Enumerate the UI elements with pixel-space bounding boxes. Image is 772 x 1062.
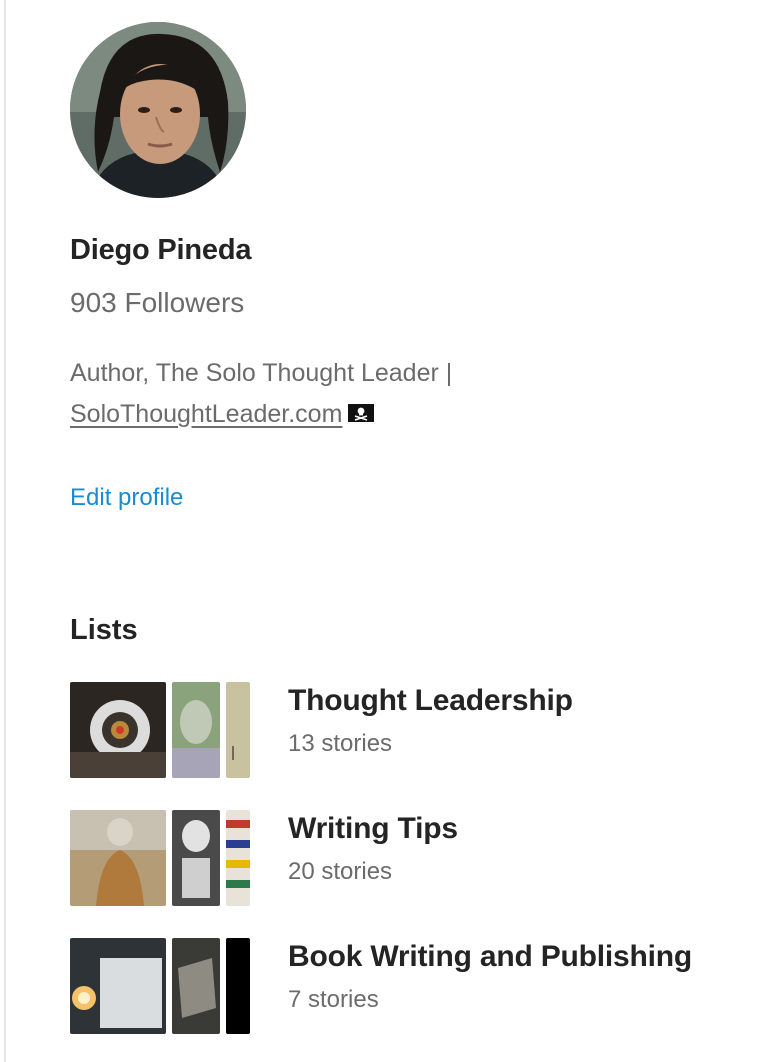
list-thumbnail xyxy=(226,810,250,906)
list-title[interactable]: Writing Tips xyxy=(288,812,458,846)
list-thumbnail xyxy=(70,938,166,1034)
list-thumbnail xyxy=(70,682,166,778)
profile-sidebar: Diego Pineda 903 Followers Author, The S… xyxy=(0,0,772,1062)
list-thumbnail xyxy=(226,682,250,778)
list-story-count: 7 stories xyxy=(288,986,379,1013)
lists-heading: Lists xyxy=(70,614,138,646)
list-title[interactable]: Book Writing and Publishing xyxy=(288,940,692,974)
list-item-book-writing-and-publishing[interactable]: Book Writing and Publishing 7 stories xyxy=(70,938,750,1036)
edit-profile-link[interactable]: Edit profile xyxy=(70,484,183,512)
divider xyxy=(4,0,6,1062)
pirate-flag-icon xyxy=(348,404,375,423)
list-thumbnails xyxy=(70,938,250,1034)
list-thumbnails xyxy=(70,810,250,906)
profile-bio: Author, The Solo Thought Leader | SoloTh… xyxy=(70,353,670,435)
list-thumbnail xyxy=(172,810,220,906)
list-item-writing-tips[interactable]: Writing Tips 20 stories xyxy=(70,810,750,908)
list-thumbnail xyxy=(172,682,220,778)
list-story-count: 20 stories xyxy=(288,858,393,885)
list-thumbnail xyxy=(226,938,250,1034)
bio-link[interactable]: SoloThoughtLeader.com xyxy=(70,400,342,428)
list-thumbnail xyxy=(172,938,220,1034)
list-story-count: 13 stories xyxy=(288,730,393,757)
list-thumbnails xyxy=(70,682,250,778)
list-title[interactable]: Thought Leadership xyxy=(288,684,573,718)
profile-name: Diego Pineda xyxy=(70,234,252,266)
list-item-thought-leadership[interactable]: Thought Leadership 13 stories xyxy=(70,682,750,780)
bio-text: Author, The Solo Thought Leader | xyxy=(70,359,453,387)
follower-count[interactable]: 903 Followers xyxy=(70,287,244,319)
list-thumbnail xyxy=(70,810,166,906)
avatar[interactable] xyxy=(70,22,246,198)
